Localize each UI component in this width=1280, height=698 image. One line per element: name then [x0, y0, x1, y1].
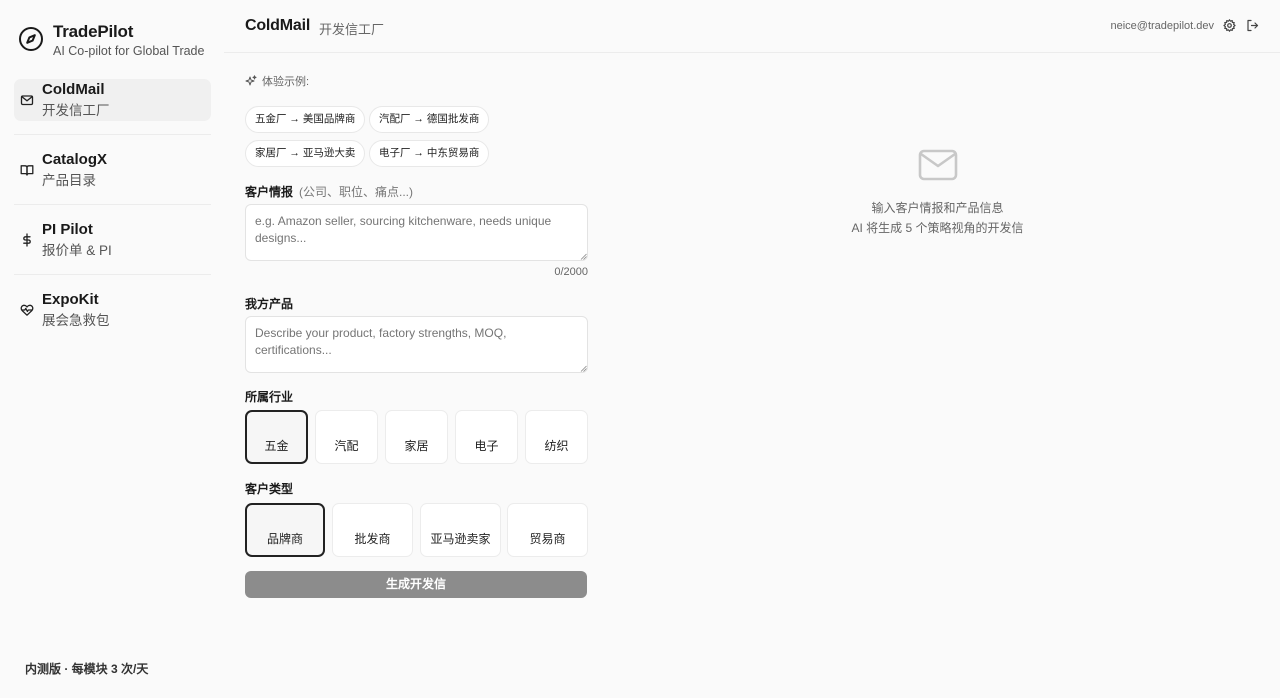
sidebar-nav: ColdMail 开发信工厂 CatalogX 产品目录 PI Pilot 报价… — [14, 79, 211, 359]
brand-name: TradePilot — [53, 22, 134, 41]
customer-type-option[interactable]: 批发商 — [332, 503, 413, 557]
dollar-icon — [20, 233, 34, 247]
customer-type-option[interactable]: 亚马逊卖家 — [420, 503, 501, 557]
sidebar-item-subtitle: 展会急救包 — [42, 313, 110, 328]
user-email: neice@tradepilot.dev — [1110, 20, 1214, 32]
heart-pulse-icon — [20, 303, 34, 317]
sidebar: TradePilot AI Co-pilot for Global Trade … — [0, 0, 224, 698]
logout-icon[interactable] — [1246, 19, 1259, 32]
empty-state-line: 输入客户情报和产品信息 — [871, 201, 1004, 215]
example-chip[interactable]: 电子厂 → 中东贸易商 — [369, 140, 490, 167]
top-header: ColdMail 开发信工厂 neice@tradepilot.dev — [224, 0, 1280, 53]
mail-icon — [20, 93, 34, 107]
industry-option[interactable]: 家居 — [385, 410, 448, 464]
empty-state: 输入客户情报和产品信息 AI 将生成 5 个策略视角的开发信 — [760, 146, 1115, 238]
sidebar-item-title: CatalogX — [42, 151, 108, 168]
generate-button[interactable]: 生成开发信 — [245, 571, 587, 598]
customer-type-option[interactable]: 贸易商 — [507, 503, 588, 557]
sidebar-item-title: PI Pilot — [42, 221, 93, 238]
sparkles-icon — [245, 75, 257, 87]
sidebar-item-catalogx[interactable]: CatalogX 产品目录 — [14, 149, 211, 205]
examples-label-text: 体验示例: — [262, 76, 310, 88]
sidebar-item-subtitle: 开发信工厂 — [42, 103, 110, 118]
resize-grip-icon[interactable] — [580, 253, 587, 260]
sidebar-item-title: ColdMail — [42, 81, 105, 98]
industry-option[interactable]: 电子 — [455, 410, 518, 464]
gear-icon[interactable] — [1223, 19, 1236, 32]
customer-type-option[interactable]: 品牌商 — [245, 503, 325, 557]
industry-option[interactable]: 汽配 — [315, 410, 378, 464]
empty-state-line: AI 将生成 5 个策略视角的开发信 — [851, 221, 1024, 235]
divider — [14, 204, 211, 205]
customer-info-input[interactable] — [245, 204, 588, 261]
customer-info-hint: (公司、职位、痛点...) — [299, 185, 414, 199]
sidebar-item-title: ExpoKit — [42, 291, 99, 308]
examples-label: 体验示例: — [245, 73, 309, 89]
sidebar-item-coldmail[interactable]: ColdMail 开发信工厂 — [14, 79, 211, 135]
sidebar-item-subtitle: 报价单 & PI — [42, 243, 112, 258]
industry-label: 所属行业 — [245, 390, 294, 404]
customer-info-label-text: 客户情报 — [245, 185, 294, 199]
industry-option[interactable]: 纺织 — [525, 410, 588, 464]
sidebar-item-expokit[interactable]: ExpoKit 展会急救包 — [14, 289, 211, 331]
sidebar-item-pi-pilot[interactable]: PI Pilot 报价单 & PI — [14, 219, 211, 275]
product-input[interactable] — [245, 316, 588, 373]
example-chip[interactable]: 家居厂 → 亚马逊大卖 — [245, 140, 366, 167]
brand[interactable]: TradePilot AI Co-pilot for Global Trade — [18, 21, 204, 60]
brand-tagline: AI Co-pilot for Global Trade — [53, 44, 205, 58]
sidebar-footer: 内测版 · 每模块 3 次/天 — [25, 662, 149, 676]
customer-type-label: 客户类型 — [245, 482, 294, 496]
industry-option[interactable]: 五金 — [245, 410, 308, 464]
page-subtitle: 开发信工厂 — [319, 22, 385, 37]
product-label: 我方产品 — [245, 297, 294, 311]
sidebar-item-subtitle: 产品目录 — [42, 173, 96, 188]
book-icon — [20, 163, 34, 177]
divider — [14, 134, 211, 135]
mail-icon — [917, 146, 959, 184]
customer-info-label: 客户情报 (公司、职位、痛点...) — [245, 183, 413, 200]
example-chip[interactable]: 汽配厂 → 德国批发商 — [369, 106, 490, 133]
divider — [14, 274, 211, 275]
char-counter: 0/2000 — [554, 266, 588, 278]
resize-grip-icon[interactable] — [580, 365, 587, 372]
page-title: ColdMail — [245, 17, 311, 34]
example-chip[interactable]: 五金厂 → 美国品牌商 — [245, 106, 366, 133]
compass-icon — [18, 26, 44, 52]
